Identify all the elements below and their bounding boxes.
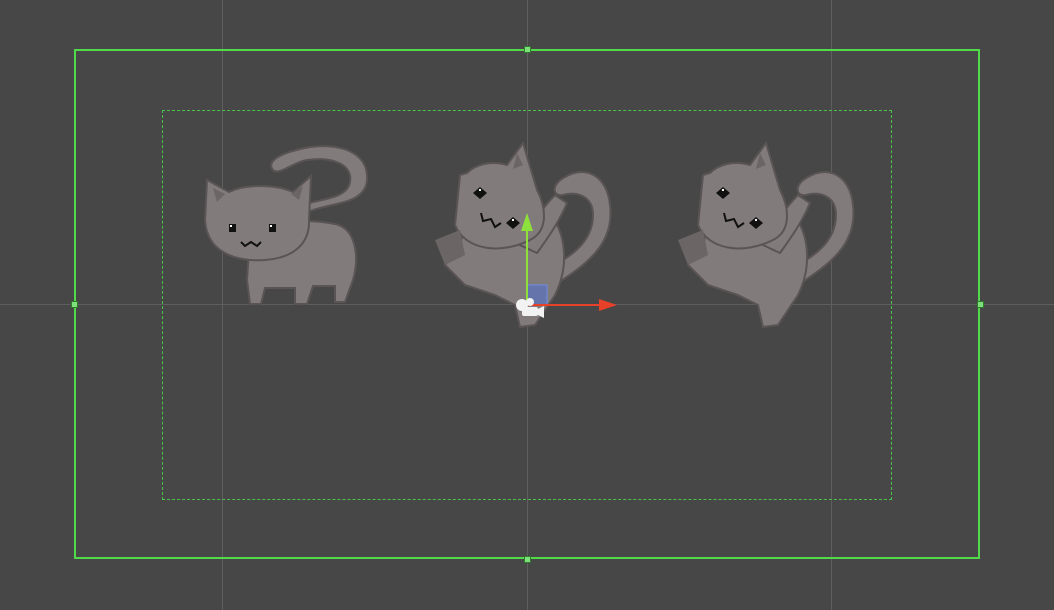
camera-handle-right[interactable] bbox=[977, 301, 984, 308]
camera-handle-top[interactable] bbox=[524, 46, 531, 53]
camera-handle-bottom[interactable] bbox=[524, 556, 531, 563]
camera-handle-left[interactable] bbox=[71, 301, 78, 308]
scene-view[interactable] bbox=[0, 0, 1054, 610]
cat-leaping-sprite[interactable] bbox=[668, 135, 868, 335]
cat-sitting-sprite[interactable] bbox=[195, 140, 380, 315]
move-tool-gizmo[interactable] bbox=[500, 205, 630, 325]
